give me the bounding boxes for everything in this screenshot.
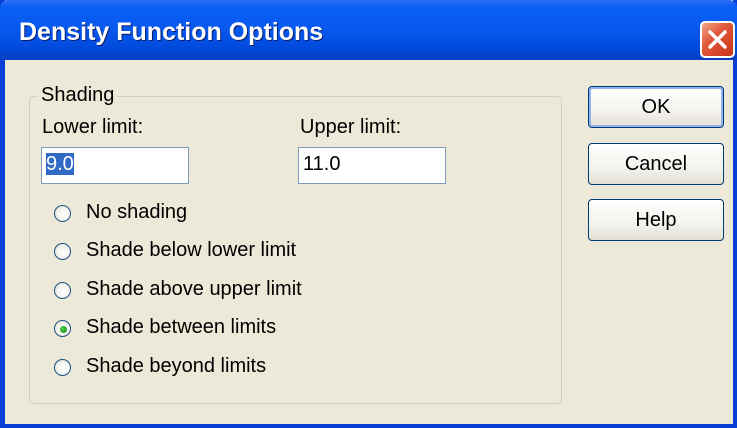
lower-limit-label: Lower limit: (42, 116, 144, 138)
radio-label: No shading (86, 201, 188, 223)
close-icon (708, 30, 727, 49)
window-title: Density Function Options (19, 18, 324, 46)
radio-button[interactable] (54, 243, 71, 260)
lower-limit-value: 9.0 (46, 153, 74, 175)
radio-button[interactable] (54, 205, 71, 222)
upper-limit-input[interactable]: 11.0 (298, 147, 446, 184)
shading-group-label: Shading (38, 84, 118, 107)
title-bar[interactable]: Density Function Options (0, 0, 737, 60)
radio-button[interactable] (54, 282, 71, 299)
help-button[interactable]: Help (588, 199, 724, 241)
radio-button[interactable] (54, 320, 71, 337)
radio-label: Shade beyond limits (86, 355, 267, 377)
upper-limit-value: 11.0 (303, 153, 341, 175)
radio-selected-dot (60, 326, 67, 333)
cancel-button[interactable]: Cancel (588, 143, 724, 185)
lower-limit-input[interactable]: 9.0 (41, 147, 189, 184)
radio-label: Shade above upper limit (86, 278, 302, 300)
radio-button[interactable] (54, 359, 71, 376)
radio-label: Shade between limits (86, 316, 277, 338)
close-button[interactable] (700, 21, 735, 58)
radio-label: Shade below lower limit (86, 239, 297, 261)
upper-limit-label: Upper limit: (300, 116, 402, 138)
ok-button[interactable]: OK (588, 86, 724, 128)
